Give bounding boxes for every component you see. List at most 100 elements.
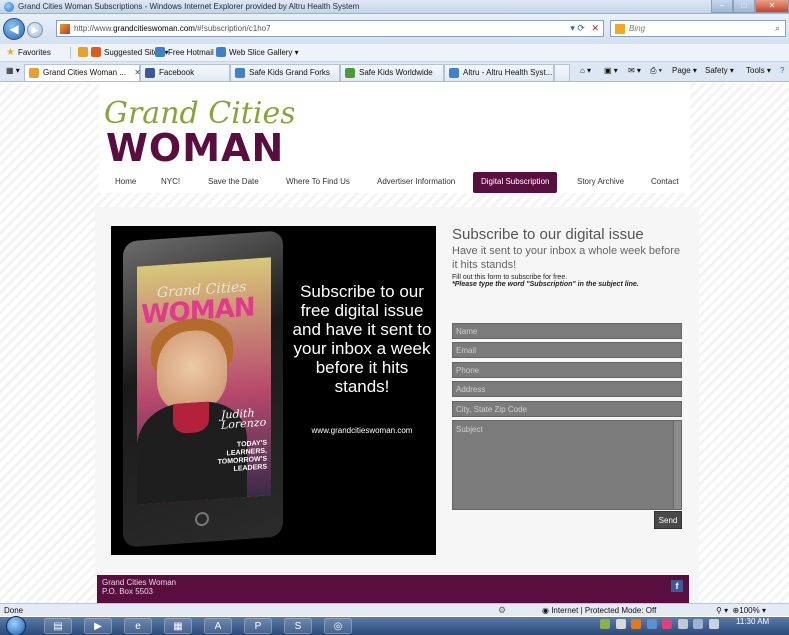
subject-field[interactable]: Subject	[452, 420, 682, 510]
page-viewport: Grand Cities WOMAN Home NYC! Save the Da…	[0, 83, 789, 603]
address-bar[interactable]: http://www.grandcitieswoman.com/#!subscr…	[56, 20, 604, 37]
bing-icon	[615, 24, 625, 34]
tab-altru[interactable]: Altru - Altru Health Syst...	[444, 64, 554, 81]
favorites-button[interactable]: ★ Favorites	[6, 47, 51, 58]
name-field[interactable]: Name	[452, 323, 682, 339]
status-text: Done	[4, 606, 24, 615]
app-taskbar-icon[interactable]: ◎	[324, 618, 352, 634]
footer-po-box: P.O. Box 5503	[102, 587, 153, 596]
nav-where-to-find-us[interactable]: Where To Find Us	[286, 177, 350, 186]
tab-grand-cities-woman[interactable]: Grand Cities Woman ... ✕	[24, 64, 141, 81]
send-button[interactable]: Send	[654, 511, 682, 529]
publisher2-taskbar-icon[interactable]: P	[244, 618, 272, 634]
url-text[interactable]: http://www.grandcitieswoman.com/#!subscr…	[74, 24, 271, 33]
forward-button[interactable]: ▶	[27, 22, 43, 38]
tab-safe-kids-worldwide[interactable]: Safe Kids Worldwide	[340, 64, 444, 81]
nav-save-the-date[interactable]: Save the Date	[208, 177, 259, 186]
quick-tabs-icon[interactable]: ▦ ▾	[6, 66, 20, 75]
tray-icon[interactable]	[615, 619, 626, 629]
back-button[interactable]: ◀	[3, 18, 25, 40]
web-slice-gallery-link[interactable]: Web Slice Gallery ▾	[216, 47, 299, 57]
window-controls: – □ ✕	[711, 0, 789, 14]
footer-address: Grand Cities Woman P.O. Box 5503	[102, 578, 176, 596]
ie-page-icon	[216, 47, 226, 57]
subject-scrollbar[interactable]	[673, 421, 681, 509]
address-field[interactable]: Address	[452, 381, 682, 397]
site-favicon	[29, 68, 39, 78]
publisher-taskbar-icon[interactable]: ▦	[164, 618, 192, 634]
search-box[interactable]: Bing ⌕	[610, 20, 786, 37]
feeds-icon[interactable]: ▣ ▾	[604, 66, 618, 75]
phone-field[interactable]: Phone	[452, 362, 682, 378]
cover-portrait-face	[157, 328, 227, 414]
tray-icon[interactable]	[600, 619, 610, 629]
nav-nyc[interactable]: NYC!	[161, 177, 180, 186]
security-zone[interactable]: ◉ Internet | Protected Mode: Off	[542, 606, 656, 615]
new-tab-button[interactable]	[554, 64, 570, 81]
tab-facebook[interactable]: Facebook	[140, 64, 230, 81]
print-icon[interactable]: ⎙ ▾	[650, 66, 662, 76]
site-footer: Grand Cities Woman P.O. Box 5503 f	[97, 575, 689, 603]
internet-explorer-taskbar-icon[interactable]: e	[124, 618, 152, 634]
taskbar-clock[interactable]: 11:30 AM	[736, 618, 769, 626]
url-path: /#!subscription/c1ho7	[194, 24, 271, 33]
maximize-button[interactable]: □	[733, 0, 755, 13]
address-tools: ▾ ⟳ ✕	[570, 23, 599, 34]
safe-kids-icon	[345, 68, 355, 78]
forward-arrow-icon: ▶	[31, 25, 39, 35]
ie-page-icon	[235, 68, 245, 78]
tray-icon[interactable]	[646, 619, 657, 629]
refresh-icon[interactable]: ⟳	[577, 23, 585, 33]
nav-contact[interactable]: Contact	[651, 177, 679, 186]
stop-icon[interactable]: ✕	[591, 23, 599, 33]
tray-icon[interactable]	[631, 619, 642, 629]
tab-safe-kids-grand-forks[interactable]: Safe Kids Grand Forks	[230, 64, 340, 81]
facebook-icon[interactable]: f	[671, 580, 683, 592]
free-hotmail-link[interactable]: Free Hotmail	[155, 47, 214, 57]
nav-digital-subscription[interactable]: Digital Subscription	[473, 172, 558, 193]
clock-time: 11:30 AM	[736, 617, 770, 626]
email-field[interactable]: Email	[452, 342, 682, 358]
zoom-level: 100%	[739, 606, 760, 615]
nav-advertiser-information[interactable]: Advertiser Information	[377, 177, 455, 186]
tray-icon[interactable]	[677, 619, 688, 629]
start-button[interactable]	[6, 616, 26, 635]
search-icon[interactable]: ⌕	[775, 23, 780, 34]
form-title: Subscribe to our digital issue	[452, 226, 644, 243]
tablet-home-button	[195, 511, 209, 527]
form-note: Fill out this form to subscribe for free…	[452, 274, 568, 281]
network-icon[interactable]	[693, 619, 704, 629]
promo-url: www.grandcitieswoman.com	[311, 426, 413, 435]
facebook-icon	[145, 68, 155, 78]
search-placeholder: Bing	[629, 24, 646, 33]
volume-icon[interactable]	[708, 619, 719, 629]
tools-menu[interactable]: Tools ▾	[746, 66, 771, 75]
nav-story-archive[interactable]: Story Archive	[577, 177, 624, 186]
tab-label: Safe Kids Worldwide	[359, 68, 433, 77]
adobe-reader-taskbar-icon[interactable]: A	[204, 618, 232, 634]
site-logo[interactable]: Grand Cities WOMAN	[104, 93, 294, 165]
safety-menu[interactable]: Safety ▾	[705, 66, 734, 75]
window-title: Grand Cities Woman Subscriptions - Windo…	[18, 2, 360, 11]
dropdown-arrow-icon[interactable]: ▾	[570, 23, 575, 33]
mail-icon[interactable]: ✉ ▾	[628, 66, 641, 75]
close-window-button[interactable]: ✕	[755, 0, 789, 13]
explorer-taskbar-icon[interactable]: ▤	[44, 618, 72, 634]
page-menu[interactable]: Page ▾	[672, 66, 697, 75]
web-slice-gallery-label: Web Slice Gallery ▾	[229, 47, 299, 57]
site-favicon	[60, 24, 70, 34]
add-favorites-icon	[78, 47, 88, 57]
media-player-taskbar-icon[interactable]: ▶	[84, 618, 112, 634]
nav-home[interactable]: Home	[115, 177, 136, 186]
zoom-control[interactable]: ⚲ ▾ ⊕100% ▾	[716, 606, 766, 615]
tab-label: Grand Cities Woman ...	[43, 68, 126, 77]
status-bar: Done ⚙ ◉ Internet | Protected Mode: Off …	[0, 603, 789, 616]
help-icon[interactable]: ?	[780, 66, 784, 75]
windows-taskbar: ▤ ▶ e ▦ A P S ◎ 11:30 AM	[0, 616, 789, 635]
tray-icon[interactable]	[662, 619, 673, 629]
home-icon[interactable]: ⌂ ▾	[580, 66, 591, 75]
minimize-button[interactable]: –	[711, 0, 733, 13]
city-state-zip-field[interactable]: City, State Zip Code	[452, 401, 682, 417]
snagit-taskbar-icon[interactable]: S	[284, 618, 312, 634]
addon-icon[interactable]: ⚙	[498, 605, 506, 616]
